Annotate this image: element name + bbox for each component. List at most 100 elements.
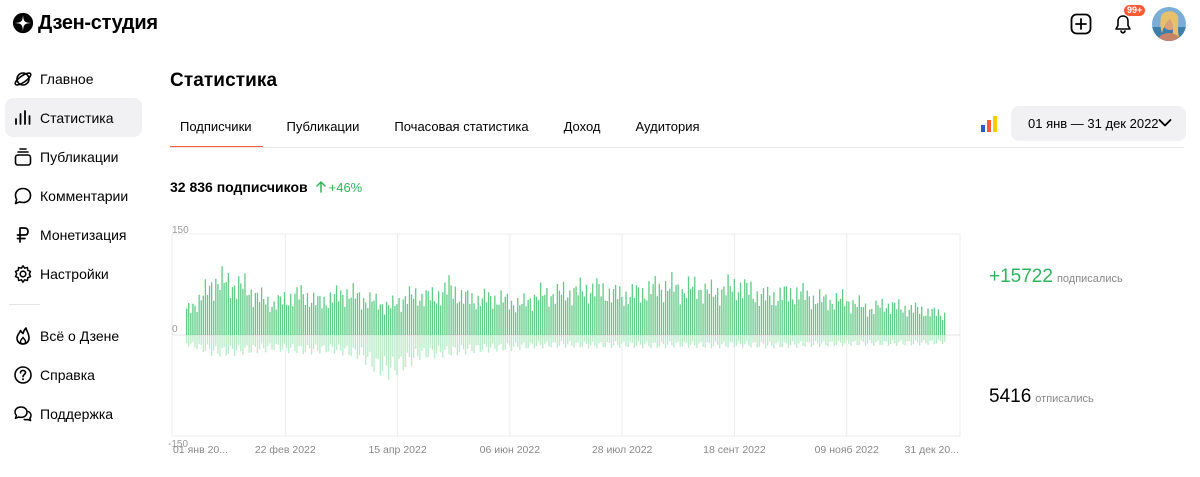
bar-unsubscribed: [238, 335, 240, 345]
bar-subscribed: [462, 303, 465, 335]
bar-subscribed: [460, 290, 463, 335]
bar-unsubscribed: [340, 335, 342, 351]
bar-unsubscribed: [285, 335, 288, 348]
chat-bubbles-icon: [13, 404, 33, 424]
bar-unsubscribed: [667, 335, 669, 345]
bar-unsubscribed: [939, 335, 942, 342]
tab-audience[interactable]: Аудитория: [625, 105, 711, 147]
tab-subscribers[interactable]: Подписчики: [170, 105, 263, 148]
bar-unsubscribed: [879, 335, 881, 345]
bar-unsubscribed: [700, 335, 702, 342]
bar-subscribed: [213, 300, 215, 335]
bar-unsubscribed: [565, 335, 567, 348]
sidebar-item-label: Главное: [40, 70, 94, 87]
bar-unsubscribed: [627, 335, 629, 348]
ytick-label-zero: 0: [172, 324, 178, 335]
bar-unsubscribed: [329, 335, 331, 345]
bar-subscribed: [571, 305, 573, 335]
bar-subscribed: [769, 295, 771, 335]
bar-subscribed: [750, 281, 752, 335]
bar-unsubscribed: [290, 335, 292, 348]
bar-subscribed: [900, 309, 902, 335]
bar-unsubscribed: [637, 335, 640, 342]
bar-unsubscribed: [683, 335, 685, 342]
notifications-button[interactable]: 99+: [1110, 5, 1146, 37]
bar-unsubscribed: [410, 335, 413, 367]
tab-income[interactable]: Доход: [553, 105, 612, 147]
bar-subscribed: [412, 298, 415, 335]
sidebar-item-support[interactable]: Поддержка: [5, 394, 142, 433]
bar-subscribed: [365, 302, 367, 335]
sidebar-item-statistics[interactable]: Статистика: [5, 98, 142, 137]
bar-subscribed: [887, 303, 890, 335]
bar-unsubscribed: [739, 335, 742, 344]
bar-subscribed: [467, 290, 469, 335]
bar-unsubscribed: [650, 335, 652, 349]
bar-unsubscribed: [673, 335, 675, 348]
bar-unsubscribed: [406, 335, 409, 353]
bar-unsubscribed: [233, 335, 236, 356]
bar-unsubscribed: [575, 335, 577, 343]
colored-bars-icon[interactable]: [980, 116, 998, 132]
bar-unsubscribed: [579, 335, 581, 348]
bar-subscribed: [483, 288, 486, 335]
sidebar-item-settings[interactable]: Настройки: [5, 254, 142, 293]
bar-unsubscribed: [777, 335, 779, 342]
bar-subscribed: [821, 302, 823, 335]
bar-unsubscribed: [681, 335, 683, 347]
bar-unsubscribed: [685, 335, 688, 344]
avatar[interactable]: [1152, 7, 1186, 41]
chevron-down-icon: [1158, 119, 1172, 127]
bar-subscribed: [219, 289, 221, 335]
create-button[interactable]: [1068, 11, 1094, 37]
xtick-label: 31 дек 20...: [904, 444, 959, 456]
bar-subscribed: [662, 302, 665, 335]
bar-unsubscribed: [275, 335, 277, 345]
bar-unsubscribed: [465, 335, 467, 355]
bar-subscribed: [683, 293, 685, 335]
sidebar-item-help[interactable]: Справка: [5, 355, 142, 394]
bar-subscribed: [567, 297, 569, 335]
bar-unsubscribed: [694, 335, 696, 346]
bar-unsubscribed: [292, 335, 294, 345]
bar-unsubscribed: [654, 335, 656, 343]
bar-unsubscribed: [819, 335, 821, 348]
bar-subscribed: [527, 299, 529, 335]
bar-unsubscribed: [791, 335, 794, 342]
subscribed-label: подписались: [1056, 273, 1123, 285]
bar-unsubscribed: [519, 335, 521, 351]
bar-unsubscribed: [437, 335, 440, 347]
bar-unsubscribed: [919, 335, 921, 346]
bar-subscribed: [825, 294, 827, 335]
bar-subscribed: [521, 303, 523, 335]
bar-unsubscribed: [544, 335, 546, 345]
bar-subscribed: [629, 297, 631, 335]
bar-unsubscribed: [533, 335, 536, 349]
bar-subscribed: [875, 300, 877, 335]
bar-subscribed: [725, 295, 727, 335]
bar-unsubscribed: [754, 335, 756, 343]
bar-subscribed: [350, 297, 352, 335]
bar-subscribed: [223, 282, 225, 335]
bar-subscribed: [667, 290, 669, 335]
sidebar-item-publications[interactable]: Публикации: [5, 137, 142, 176]
tab-hourly-stats[interactable]: Почасовая статистика: [383, 105, 539, 147]
logo[interactable]: Дзен-студия: [12, 10, 158, 36]
bar-subscribed: [852, 300, 854, 335]
bar-subscribed: [729, 286, 731, 335]
bar-unsubscribed: [537, 335, 540, 342]
sidebar-item-about-zen[interactable]: Всё о Дзене: [5, 316, 142, 355]
sidebar-item-comments[interactable]: Комментарии: [5, 176, 142, 215]
sidebar-item-monetization[interactable]: Монетизация: [5, 215, 142, 254]
sidebar-item-label: Настройки: [40, 265, 109, 282]
bar-subscribed: [369, 292, 371, 335]
bar-subscribed: [342, 295, 344, 335]
bar-unsubscribed: [844, 335, 846, 344]
bar-unsubscribed: [825, 335, 827, 345]
date-range-select[interactable]: 01 янв — 31 дек 2022: [1011, 106, 1186, 141]
bar-unsubscribed: [462, 335, 465, 350]
tab-publications[interactable]: Публикации: [276, 105, 371, 147]
bar-unsubscribed: [508, 335, 511, 346]
sidebar-item-main[interactable]: Главное: [5, 59, 142, 98]
bar-unsubscribed: [585, 335, 588, 344]
